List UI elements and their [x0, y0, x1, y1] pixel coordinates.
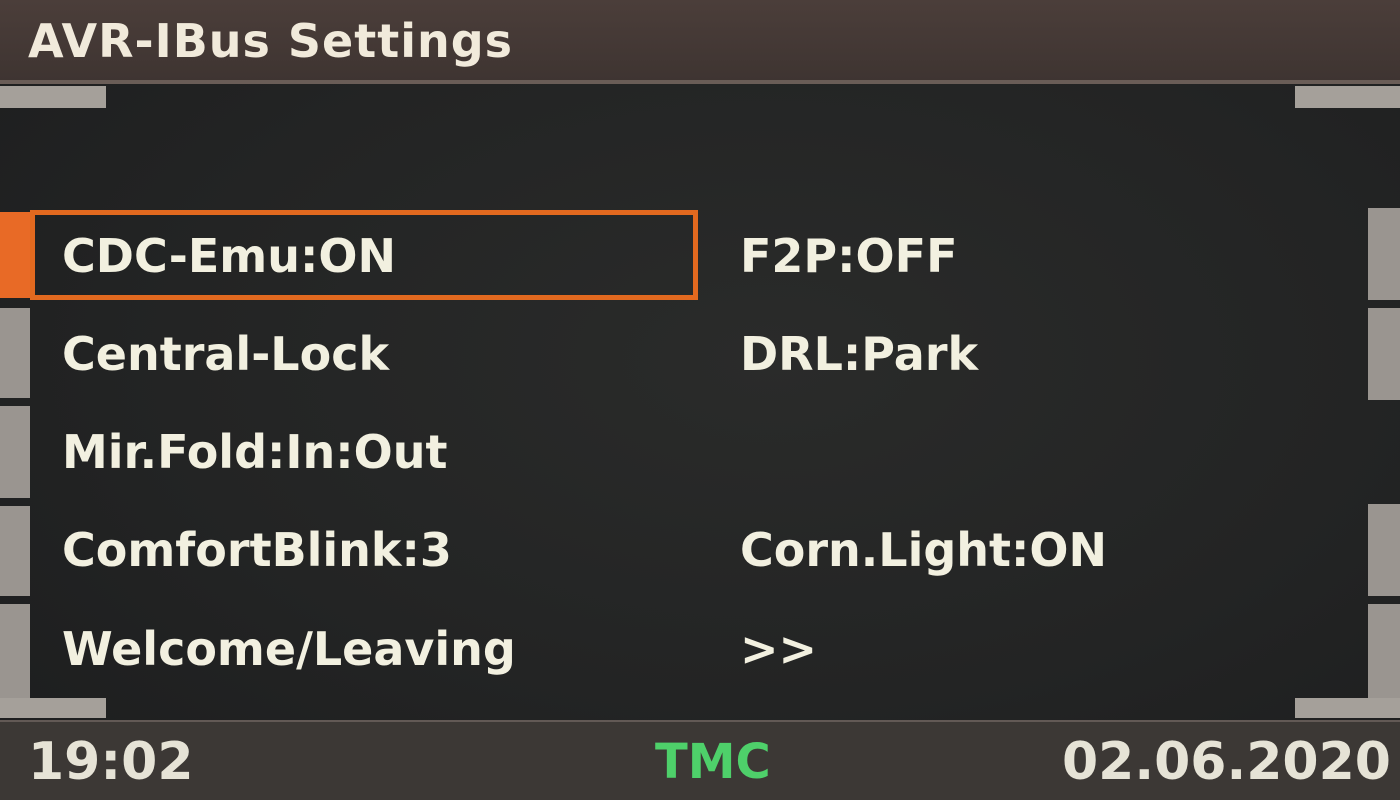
menu-item-welcome-leaving[interactable]: Welcome/Leaving	[62, 626, 516, 672]
date: 02.06.2020	[1062, 732, 1391, 792]
left-indicator	[0, 308, 30, 398]
tmc-indicator: TMC	[655, 734, 771, 790]
left-indicator-active	[0, 212, 30, 298]
bottom-right-corner-tab	[1295, 698, 1400, 718]
title-bar: AVR-IBus Settings	[0, 0, 1400, 82]
menu-item-drl[interactable]: DRL:Park	[740, 331, 978, 377]
right-indicator	[1368, 504, 1400, 596]
idrive-screen: AVR-IBus Settings CDC-Emu:ON Central-Loc…	[0, 0, 1400, 800]
menu-item-cornering-light[interactable]: Corn.Light:ON	[740, 527, 1107, 573]
menu-item-comfort-blink[interactable]: ComfortBlink:3	[62, 527, 452, 573]
top-right-corner-tab	[1295, 86, 1400, 108]
title-divider	[0, 80, 1400, 84]
bottom-left-corner-tab	[0, 698, 106, 718]
top-left-corner-tab	[0, 86, 106, 108]
menu-item-cdc-emu[interactable]: CDC-Emu:ON	[62, 233, 396, 279]
right-indicator	[1368, 208, 1400, 300]
menu-item-f2p[interactable]: F2P:OFF	[740, 233, 958, 279]
right-indicator	[1368, 308, 1400, 400]
menu-item-next-page[interactable]: >>	[740, 626, 817, 672]
left-indicator	[0, 604, 30, 698]
page-title: AVR-IBus Settings	[28, 14, 514, 68]
left-indicator	[0, 506, 30, 596]
clock: 19:02	[28, 732, 194, 792]
menu-item-mirror-fold[interactable]: Mir.Fold:In:Out	[62, 429, 448, 475]
left-indicator	[0, 406, 30, 498]
right-indicator	[1368, 604, 1400, 698]
menu-item-central-lock[interactable]: Central-Lock	[62, 331, 389, 377]
